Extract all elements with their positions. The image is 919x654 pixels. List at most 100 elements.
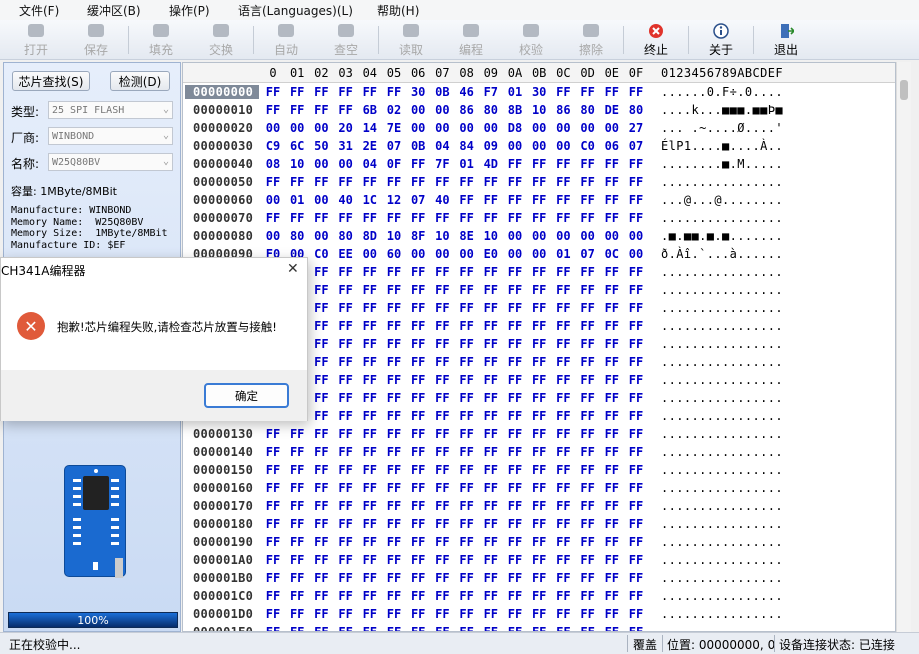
hex-byte[interactable]: FF bbox=[529, 517, 549, 531]
hex-byte[interactable]: FF bbox=[336, 481, 356, 495]
hex-byte[interactable]: FF bbox=[360, 319, 380, 333]
hex-byte[interactable]: FF bbox=[626, 175, 646, 189]
hex-byte[interactable]: FF bbox=[360, 301, 380, 315]
hex-byte[interactable]: FF bbox=[578, 157, 598, 171]
hex-byte[interactable]: FF bbox=[384, 427, 404, 441]
hex-byte[interactable]: FF bbox=[505, 589, 525, 603]
hex-byte[interactable]: FF bbox=[626, 481, 646, 495]
hex-byte[interactable]: FF bbox=[311, 85, 331, 99]
hex-byte[interactable]: 00 bbox=[287, 121, 307, 135]
hex-byte[interactable]: FF bbox=[457, 319, 477, 333]
hex-byte[interactable]: FF bbox=[505, 463, 525, 477]
hex-byte[interactable]: FF bbox=[578, 445, 598, 459]
hex-byte[interactable]: FF bbox=[626, 625, 646, 631]
hex-byte[interactable]: FF bbox=[602, 625, 622, 631]
hex-byte[interactable]: FF bbox=[505, 391, 525, 405]
hex-byte[interactable]: FF bbox=[432, 391, 452, 405]
hex-byte[interactable]: FF bbox=[602, 373, 622, 387]
hex-byte[interactable]: FF bbox=[457, 391, 477, 405]
hex-byte[interactable]: FF bbox=[408, 355, 428, 369]
hex-byte[interactable]: FF bbox=[432, 409, 452, 423]
hex-byte[interactable]: 46 bbox=[457, 85, 477, 99]
hex-byte[interactable]: FF bbox=[481, 337, 501, 351]
hex-byte[interactable]: 00 bbox=[529, 121, 549, 135]
hex-byte[interactable]: 8E bbox=[457, 229, 477, 243]
hex-byte[interactable]: FF bbox=[626, 211, 646, 225]
hex-byte[interactable]: FF bbox=[529, 589, 549, 603]
hex-byte[interactable]: FF bbox=[360, 481, 380, 495]
hex-byte[interactable]: FF bbox=[529, 427, 549, 441]
hex-byte[interactable]: FF bbox=[336, 625, 356, 631]
hex-byte[interactable]: FF bbox=[287, 589, 307, 603]
hex-byte[interactable]: FF bbox=[336, 445, 356, 459]
hex-byte[interactable]: FF bbox=[360, 517, 380, 531]
hex-byte[interactable]: 00 bbox=[311, 157, 331, 171]
hex-byte[interactable]: 0B bbox=[432, 85, 452, 99]
hex-byte[interactable]: FF bbox=[384, 517, 404, 531]
hex-byte[interactable]: FF bbox=[529, 265, 549, 279]
vertical-scrollbar[interactable] bbox=[896, 62, 911, 632]
hex-byte[interactable]: FF bbox=[505, 607, 525, 621]
hex-byte[interactable]: 80 bbox=[626, 103, 646, 117]
hex-byte[interactable]: FF bbox=[408, 481, 428, 495]
hex-byte[interactable]: FF bbox=[553, 589, 573, 603]
hex-byte[interactable]: FF bbox=[360, 571, 380, 585]
hex-byte[interactable]: 6C bbox=[287, 139, 307, 153]
hex-byte[interactable]: FF bbox=[553, 373, 573, 387]
hex-byte[interactable]: FF bbox=[384, 355, 404, 369]
hex-byte[interactable]: FF bbox=[384, 553, 404, 567]
hex-byte[interactable]: FF bbox=[457, 463, 477, 477]
hex-byte[interactable]: FF bbox=[553, 283, 573, 297]
hex-byte[interactable]: FF bbox=[336, 355, 356, 369]
hex-byte[interactable]: FF bbox=[578, 337, 598, 351]
hex-byte[interactable]: FF bbox=[432, 499, 452, 513]
hex-byte[interactable]: 00 bbox=[505, 139, 525, 153]
hex-byte[interactable]: 12 bbox=[384, 193, 404, 207]
menu-buffer[interactable]: 缓冲区(B) bbox=[87, 2, 141, 19]
hex-byte[interactable]: FF bbox=[578, 481, 598, 495]
hex-byte[interactable]: FF bbox=[336, 211, 356, 225]
hex-byte[interactable]: FF bbox=[311, 571, 331, 585]
hex-byte[interactable]: FF bbox=[311, 463, 331, 477]
hex-byte[interactable]: FF bbox=[553, 301, 573, 315]
hex-byte[interactable]: 86 bbox=[553, 103, 573, 117]
hex-byte[interactable]: FF bbox=[553, 553, 573, 567]
hex-byte[interactable]: FF bbox=[432, 211, 452, 225]
hex-byte[interactable]: FF bbox=[505, 445, 525, 459]
hex-byte[interactable]: 10 bbox=[432, 229, 452, 243]
hex-byte[interactable]: FF bbox=[408, 319, 428, 333]
hex-byte[interactable]: FF bbox=[408, 175, 428, 189]
hex-byte[interactable]: FF bbox=[602, 409, 622, 423]
hex-byte[interactable]: FF bbox=[287, 517, 307, 531]
hex-byte[interactable]: FF bbox=[263, 445, 283, 459]
hex-byte[interactable]: 06 bbox=[602, 139, 622, 153]
hex-byte[interactable]: 50 bbox=[311, 139, 331, 153]
hex-byte[interactable]: FF bbox=[408, 265, 428, 279]
hex-byte[interactable]: FF bbox=[505, 481, 525, 495]
menu-file[interactable]: 文件(F) bbox=[19, 2, 59, 19]
hex-byte[interactable]: FF bbox=[287, 481, 307, 495]
hex-byte[interactable]: FF bbox=[602, 445, 622, 459]
hex-byte[interactable]: FF bbox=[287, 607, 307, 621]
hex-byte[interactable]: 09 bbox=[481, 139, 501, 153]
hex-byte[interactable]: FF bbox=[457, 553, 477, 567]
hex-byte[interactable]: 10 bbox=[384, 229, 404, 243]
hex-byte[interactable]: FF bbox=[481, 445, 501, 459]
menu-operation[interactable]: 操作(P) bbox=[169, 2, 210, 19]
hex-byte[interactable]: FF bbox=[481, 427, 501, 441]
hex-byte[interactable]: 00 bbox=[553, 139, 573, 153]
hex-byte[interactable]: FF bbox=[481, 175, 501, 189]
hex-byte[interactable]: FF bbox=[602, 553, 622, 567]
hex-byte[interactable]: FF bbox=[602, 571, 622, 585]
hex-byte[interactable]: FF bbox=[360, 427, 380, 441]
ok-button[interactable]: 确定 bbox=[204, 383, 289, 408]
hex-byte[interactable]: FF bbox=[529, 553, 549, 567]
hex-byte[interactable]: FF bbox=[626, 517, 646, 531]
hex-byte[interactable]: FF bbox=[578, 463, 598, 477]
hex-byte[interactable]: 27 bbox=[626, 121, 646, 135]
hex-byte[interactable]: 10 bbox=[481, 229, 501, 243]
hex-byte[interactable]: 60 bbox=[384, 247, 404, 261]
hex-byte[interactable]: FF bbox=[432, 319, 452, 333]
hex-byte[interactable]: FF bbox=[505, 355, 525, 369]
hex-byte[interactable]: FF bbox=[602, 535, 622, 549]
